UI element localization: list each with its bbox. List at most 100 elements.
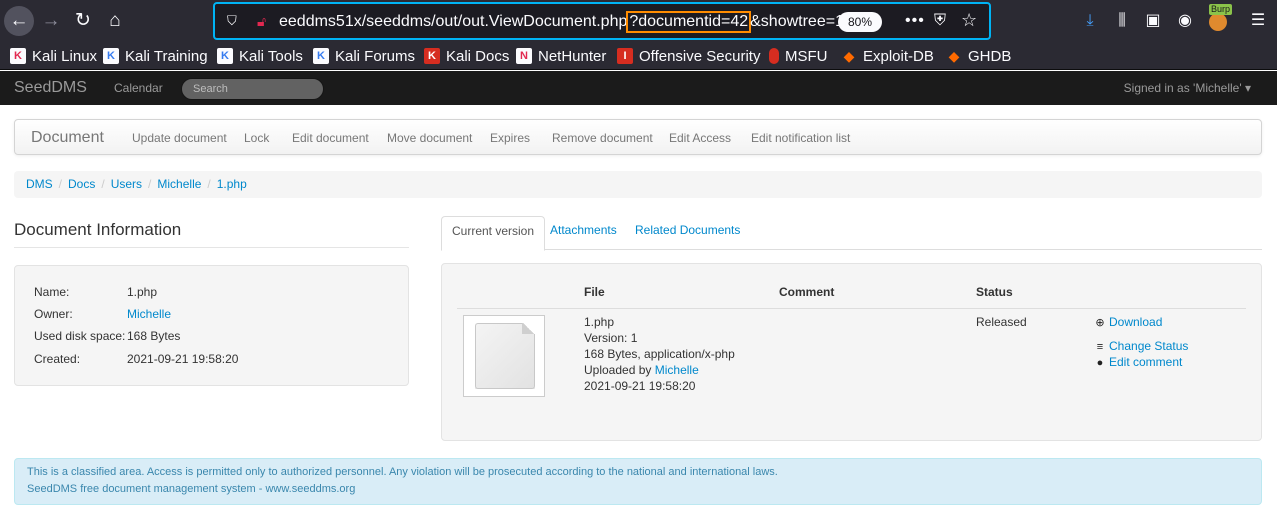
breadcrumb-michelle[interactable]: Michelle <box>157 177 201 191</box>
home-icon[interactable]: ⌂ <box>100 6 130 36</box>
uploader-link[interactable]: Michelle <box>655 363 699 377</box>
kali-training-icon: K <box>103 48 119 64</box>
edit-document-link[interactable]: Edit document <box>292 130 369 146</box>
msfu-icon <box>769 48 779 64</box>
document-menu-title[interactable]: Document <box>31 128 104 148</box>
edit-comment-link[interactable]: ● Edit comment <box>1094 354 1183 371</box>
status-value: Released <box>976 315 1027 329</box>
info-row-owner: Owner: Michelle <box>34 306 171 322</box>
breadcrumb-separator: / <box>148 177 152 191</box>
bookmark-label: MSFU <box>785 47 828 65</box>
info-row-name: Name: 1.php <box>34 284 157 300</box>
info-label: Created: <box>34 352 81 366</box>
reload-icon[interactable]: ↻ <box>68 6 98 36</box>
bookmark-exploit-db[interactable]: ◆ Exploit-DB <box>841 46 934 66</box>
breadcrumb: DMS / Docs / Users / Michelle / 1.php <box>14 171 1262 198</box>
ghdb-icon: ◆ <box>948 48 960 64</box>
insecure-lock-icon[interactable]: 🔓︎ <box>257 12 273 30</box>
document-information-heading: Document Information <box>14 220 182 239</box>
bookmark-nethunter[interactable]: N NetHunter <box>516 46 606 66</box>
account-icon[interactable]: ◉ <box>1174 10 1196 32</box>
bookmark-label: Kali Docs <box>446 47 510 65</box>
hamburger-menu-icon[interactable]: ☰ <box>1247 10 1269 32</box>
info-row-disk-space: Used disk space: 168 Bytes <box>34 328 180 344</box>
search-input[interactable]: Search <box>181 78 324 100</box>
bookmark-kali-linux[interactable]: K Kali Linux <box>10 46 97 66</box>
kali-dragon-icon: K <box>10 48 26 64</box>
file-name: 1.php <box>584 315 615 329</box>
bookmark-label: NetHunter <box>538 47 607 65</box>
edit-notification-list-link[interactable]: Edit notification list <box>751 130 850 146</box>
kali-forums-icon: K <box>313 48 329 64</box>
breadcrumb-current-file[interactable]: 1.php <box>217 177 247 191</box>
move-document-link[interactable]: Move document <box>387 130 472 146</box>
page-fold-decoration <box>522 323 535 334</box>
download-icon: ⊕ <box>1095 317 1105 329</box>
bookmark-ghdb[interactable]: ◆ GHDB <box>946 46 1012 66</box>
bookmark-offensive-security[interactable]: I Offensive Security <box>617 46 760 66</box>
bookmark-kali-training[interactable]: K Kali Training <box>103 46 208 66</box>
tab-related-documents[interactable]: Related Documents <box>625 216 750 250</box>
breadcrumb-separator: / <box>207 177 211 191</box>
breadcrumb-docs[interactable]: Docs <box>68 177 95 191</box>
brand-link[interactable]: SeedDMS <box>14 78 87 98</box>
app-navbar: SeedDMS Calendar Search Signed in as 'Mi… <box>0 71 1277 105</box>
bookmark-kali-forums[interactable]: K Kali Forums <box>313 46 415 66</box>
heading-divider <box>14 247 409 248</box>
bookmark-msfu[interactable]: MSFU <box>769 46 828 66</box>
sidebar-icon[interactable]: ▣ <box>1142 10 1164 32</box>
update-document-link[interactable]: Update document <box>132 130 227 146</box>
column-header-comment: Comment <box>779 285 835 299</box>
breadcrumb-dms[interactable]: DMS <box>26 177 53 191</box>
exploit-db-icon: ◆ <box>843 48 855 64</box>
kali-tools-icon: K <box>217 48 233 64</box>
edit-access-link[interactable]: Edit Access <box>669 130 731 146</box>
browser-toolbar: ← → ↻ ⌂ ⛉ 🔓︎ eeddms51x/seeddms/out/out.V… <box>0 0 1277 42</box>
nethunter-icon: N <box>516 48 532 64</box>
column-header-file: File <box>584 285 605 299</box>
table-header-divider <box>457 308 1246 309</box>
burp-label: Burp <box>1209 4 1233 15</box>
remove-document-link[interactable]: Remove document <box>552 130 653 146</box>
change-status-link[interactable]: ≡ Change Status <box>1094 338 1189 355</box>
tab-attachments[interactable]: Attachments <box>540 216 627 250</box>
tracking-shield-icon[interactable]: ⛉ <box>227 13 241 29</box>
bookmark-kali-docs[interactable]: K Kali Docs <box>424 46 509 66</box>
signed-in-user-menu[interactable]: Signed in as 'Michelle' ▾ <box>1124 80 1251 96</box>
info-label: Used disk space: <box>34 329 126 343</box>
bookmark-star-icon[interactable]: ☆ <box>961 9 977 31</box>
breadcrumb-separator: / <box>101 177 105 191</box>
info-value: 168 Bytes <box>127 329 181 343</box>
page-actions-more-icon[interactable]: ••• <box>905 11 925 31</box>
owner-link[interactable]: Michelle <box>127 307 171 321</box>
forward-arrow-icon[interactable]: → <box>36 6 66 36</box>
bookmark-kali-tools[interactable]: K Kali Tools <box>217 46 303 66</box>
lock-link[interactable]: Lock <box>244 130 269 146</box>
bookmark-label: Offensive Security <box>639 47 761 65</box>
seeddms-footer-link[interactable]: SeedDMS free document management system … <box>27 482 355 496</box>
pocket-icon[interactable]: ⛨ <box>934 11 952 31</box>
download-link[interactable]: ⊕ Download <box>1094 314 1162 331</box>
download-label: Download <box>1109 315 1163 329</box>
back-arrow-icon[interactable]: ← <box>4 6 34 36</box>
breadcrumb-users[interactable]: Users <box>111 177 142 191</box>
downloads-icon[interactable]: ⤓ <box>1079 10 1101 32</box>
bookmark-label: Kali Linux <box>32 47 98 65</box>
calendar-link[interactable]: Calendar <box>114 80 163 96</box>
kali-docs-icon: K <box>424 48 440 64</box>
offsec-icon: I <box>617 48 633 64</box>
expires-link[interactable]: Expires <box>490 130 530 146</box>
zoom-level-badge[interactable]: 80% <box>838 12 882 32</box>
url-query-highlight: ?documentid=42 <box>626 11 752 33</box>
url-text[interactable]: eeddms51x/seeddms/out/out.ViewDocument.p… <box>279 11 844 33</box>
version-tabs: Current version Attachments Related Docu… <box>441 216 1262 251</box>
address-bar[interactable]: ⛉ 🔓︎ eeddms51x/seeddms/out/out.ViewDocum… <box>213 2 991 40</box>
info-row-created: Created: 2021-09-21 19:58:20 <box>34 351 238 367</box>
library-icon[interactable]: ⫼ <box>1111 10 1133 32</box>
burp-extension-icon[interactable]: Burp <box>1207 4 1233 32</box>
uploaded-by-prefix: Uploaded by <box>584 363 652 377</box>
info-label: Name: <box>34 285 70 299</box>
file-size-type: 168 Bytes, application/x-php <box>584 347 735 361</box>
tab-current-version[interactable]: Current version <box>441 216 546 251</box>
file-preview-thumbnail[interactable] <box>463 315 545 397</box>
